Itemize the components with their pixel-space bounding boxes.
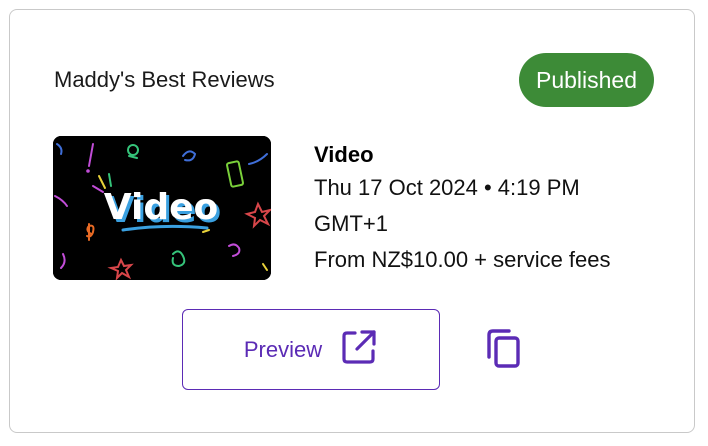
status-badge: Published	[519, 53, 654, 107]
preview-button[interactable]: Preview	[182, 309, 440, 390]
event-details: Video Thu 17 Oct 2024 • 4:19 PM GMT+1 Fr…	[314, 140, 611, 278]
copy-icon	[485, 327, 523, 374]
copy-button[interactable]	[482, 328, 526, 372]
event-thumbnail: Video Video	[53, 136, 271, 280]
event-timezone: GMT+1	[314, 211, 388, 236]
external-link-icon	[340, 328, 378, 371]
event-price: From NZ$10.00 + service fees	[314, 247, 611, 272]
preview-label: Preview	[243, 336, 323, 362]
event-title: Video	[314, 142, 374, 167]
organizer-name: Maddy's Best Reviews	[54, 67, 275, 92]
thumbnail-text: Video	[104, 187, 219, 228]
event-card: Maddy's Best Reviews Published Video Vid…	[9, 9, 695, 433]
event-datetime: Thu 17 Oct 2024 • 4:19 PM	[314, 175, 580, 200]
